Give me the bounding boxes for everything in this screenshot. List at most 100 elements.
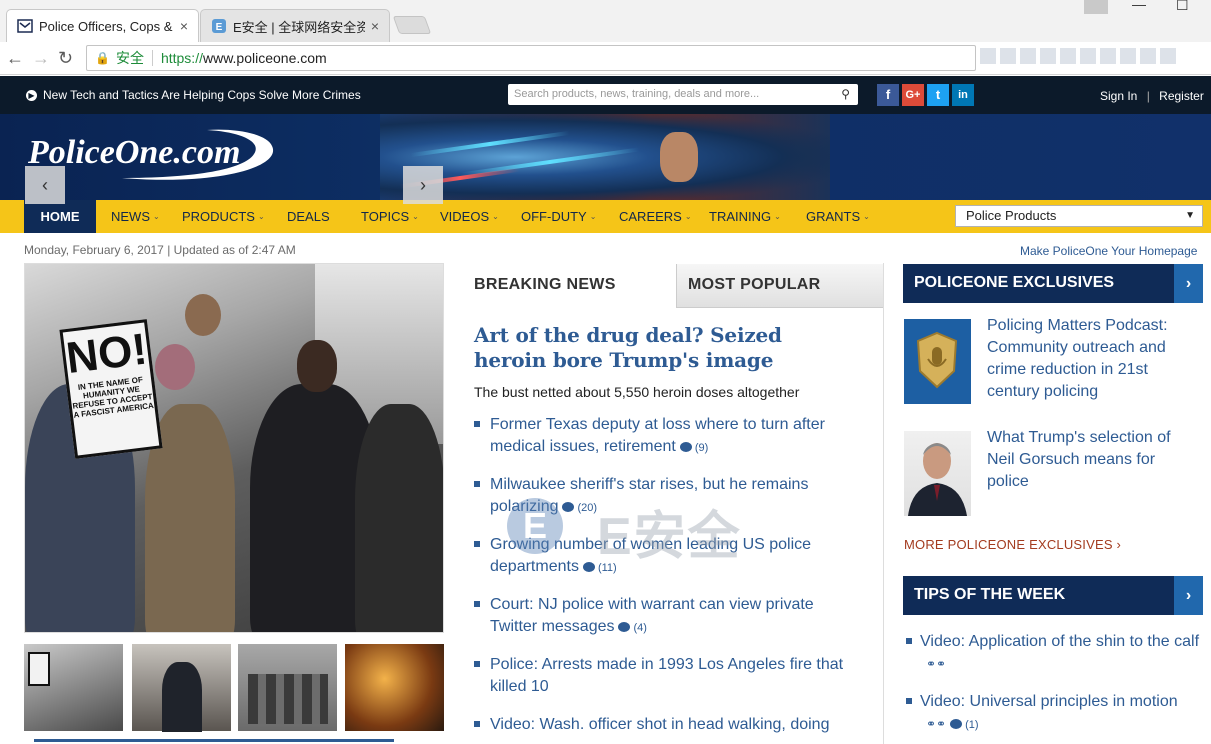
- extension-icon[interactable]: [1140, 48, 1156, 64]
- browser-tab-policeone[interactable]: Police Officers, Cops & ×: [6, 9, 199, 42]
- thumbnail[interactable]: [345, 644, 444, 731]
- nav-news[interactable]: NEWS ⌄: [111, 209, 160, 224]
- caption-cutoff: [34, 739, 394, 742]
- linkedin-icon[interactable]: in: [952, 84, 974, 106]
- tab-breaking-news[interactable]: BREAKING NEWS: [474, 276, 616, 294]
- headline[interactable]: Police: Arrests made in 1993 Los Angeles…: [490, 656, 843, 695]
- url-scheme: https://: [160, 50, 203, 66]
- exclusive-link[interactable]: What Trump's selection of Neil Gorsuch m…: [987, 427, 1197, 493]
- chevron-right-icon[interactable]: ›: [1174, 576, 1203, 615]
- headline[interactable]: Former Texas deputy at loss where to tur…: [490, 416, 825, 455]
- chevron-down-icon: ⌄: [774, 212, 781, 221]
- nav-training[interactable]: TRAINING ⌄: [709, 209, 781, 224]
- dropdown-arrow-icon: ▼: [1185, 210, 1195, 221]
- browser-tab-bar: Police Officers, Cops & × E E安全 | 全球网络安全…: [0, 0, 1211, 42]
- chevron-down-icon: ⌄: [863, 212, 870, 221]
- auth-separator: |: [1146, 89, 1150, 103]
- extension-icon[interactable]: [1000, 48, 1016, 64]
- make-homepage-link[interactable]: Make PoliceOne Your Homepage: [1020, 244, 1197, 258]
- chevron-right-icon[interactable]: ›: [1174, 264, 1203, 303]
- site-search-input[interactable]: Search products, news, training, deals a…: [508, 84, 858, 105]
- profile-icon[interactable]: [1084, 0, 1108, 14]
- url-field[interactable]: 🔒 安全 https://www.policeone.com: [86, 45, 976, 71]
- lead-headline[interactable]: Art of the drug deal? Seized heroin bore…: [474, 323, 854, 373]
- nav-grants[interactable]: GRANTS ⌄: [806, 209, 870, 224]
- facebook-icon[interactable]: f: [877, 84, 899, 106]
- light-streak: [410, 130, 570, 158]
- close-tab-icon[interactable]: ×: [371, 18, 379, 34]
- nav-off-duty[interactable]: OFF-DUTY ⌄: [521, 209, 596, 224]
- extension-icon[interactable]: [1160, 48, 1176, 64]
- carousel-prev-button[interactable]: ‹: [25, 166, 65, 204]
- headline[interactable]: Court: NJ police with warrant can view p…: [490, 596, 814, 635]
- nav-home[interactable]: HOME: [24, 200, 96, 233]
- sign-in-link[interactable]: Sign In: [1100, 89, 1137, 103]
- extension-icon[interactable]: [1040, 48, 1056, 64]
- tab-most-popular[interactable]: MOST POPULAR: [676, 264, 883, 308]
- tip-link[interactable]: Video: Universal principles in motion: [920, 693, 1178, 710]
- extension-icon[interactable]: [1020, 48, 1036, 64]
- nav-label: GRANTS: [806, 209, 861, 224]
- bullet: [474, 541, 480, 547]
- comment-number: (9): [694, 442, 709, 454]
- forward-button[interactable]: →: [32, 48, 50, 69]
- new-tab-button[interactable]: [392, 16, 432, 34]
- divider: [151, 50, 153, 66]
- thumbnail-sign: [28, 652, 50, 686]
- browser-tab-title: E安全 | 全球网络安全资: [233, 19, 365, 35]
- exclusive-link[interactable]: Policing Matters Podcast: Community outr…: [987, 315, 1197, 403]
- extension-icon[interactable]: [1060, 48, 1076, 64]
- thumbnail[interactable]: [24, 644, 123, 731]
- crowd-figure: [355, 404, 443, 632]
- nav-deals[interactable]: DEALS: [287, 209, 330, 224]
- carousel-next-button[interactable]: ›: [403, 166, 443, 204]
- handcuffs-icon: ⚭⚭: [926, 657, 947, 671]
- comment-count[interactable]: (4): [614, 622, 647, 634]
- exclusives-header[interactable]: POLICEONE EXCLUSIVES ›: [903, 264, 1203, 303]
- tips-header[interactable]: TIPS OF THE WEEK ›: [903, 576, 1203, 615]
- maximize-button[interactable]: ☐: [1176, 0, 1189, 14]
- register-link[interactable]: Register: [1159, 89, 1204, 103]
- headline[interactable]: Video: Wash. officer shot in head walkin…: [490, 716, 829, 733]
- nav-videos[interactable]: VIDEOS ⌄: [440, 209, 499, 224]
- police-badge-icon: [916, 331, 958, 389]
- nav-label: CAREERS: [619, 209, 682, 224]
- chevron-right-icon: ›: [1116, 537, 1122, 552]
- product-category-select[interactable]: Police Products ▼: [955, 205, 1203, 227]
- ticker-link[interactable]: ▶ New Tech and Tactics Are Helping Cops …: [26, 88, 361, 102]
- address-bar-row: ← → ↻ 🔒 安全 https://www.policeone.com: [0, 42, 1211, 75]
- nav-products[interactable]: PRODUCTS ⌄: [182, 209, 265, 224]
- comment-count[interactable]: (1): [946, 719, 979, 731]
- thumbnail[interactable]: [132, 644, 231, 732]
- reload-button[interactable]: ↻: [58, 48, 73, 69]
- google-plus-icon[interactable]: G+: [902, 84, 924, 106]
- browser-tab-eanquan[interactable]: E E安全 | 全球网络安全资 ×: [200, 9, 390, 42]
- carousel-caption[interactable]: [34, 734, 414, 744]
- nav-topics[interactable]: TOPICS ⌄: [361, 209, 419, 224]
- close-tab-icon[interactable]: ×: [180, 18, 188, 34]
- search-icon[interactable]: ⚲: [841, 84, 850, 105]
- tip-link[interactable]: Video: Application of the shin to the ca…: [920, 633, 1199, 650]
- extension-icon[interactable]: [1120, 48, 1136, 64]
- extension-icons: [980, 48, 1210, 70]
- chevron-down-icon: ⌄: [153, 212, 160, 221]
- tips-title: TIPS OF THE WEEK: [914, 586, 1066, 603]
- extension-icon[interactable]: [1100, 48, 1116, 64]
- extension-icon[interactable]: [980, 48, 996, 64]
- chevron-down-icon: ⌄: [492, 212, 499, 221]
- gorsuch-headshot-image[interactable]: [904, 431, 971, 516]
- eanquan-watermark: E E安全: [507, 488, 833, 574]
- twitter-icon[interactable]: t: [927, 84, 949, 106]
- minimize-button[interactable]: —: [1132, 0, 1146, 12]
- lead-summary: The bust netted about 5,550 heroin doses…: [474, 384, 800, 400]
- more-exclusives-link[interactable]: MORE POLICEONE EXCLUSIVES ›: [904, 537, 1121, 552]
- podcast-badge-image[interactable]: [904, 319, 971, 404]
- nav-careers[interactable]: CAREERS ⌄: [619, 209, 692, 224]
- comment-count[interactable]: (9): [676, 442, 708, 454]
- arrow-circle-icon: ▶: [26, 89, 37, 101]
- photo-carousel[interactable]: NO! IN THE NAME OF HUMANITY WE REFUSE TO…: [24, 263, 444, 633]
- extension-icon[interactable]: [1080, 48, 1096, 64]
- thumbnail[interactable]: [238, 644, 337, 731]
- handcuffs-icon: ⚭⚭: [926, 717, 947, 731]
- back-button[interactable]: ←: [6, 48, 24, 69]
